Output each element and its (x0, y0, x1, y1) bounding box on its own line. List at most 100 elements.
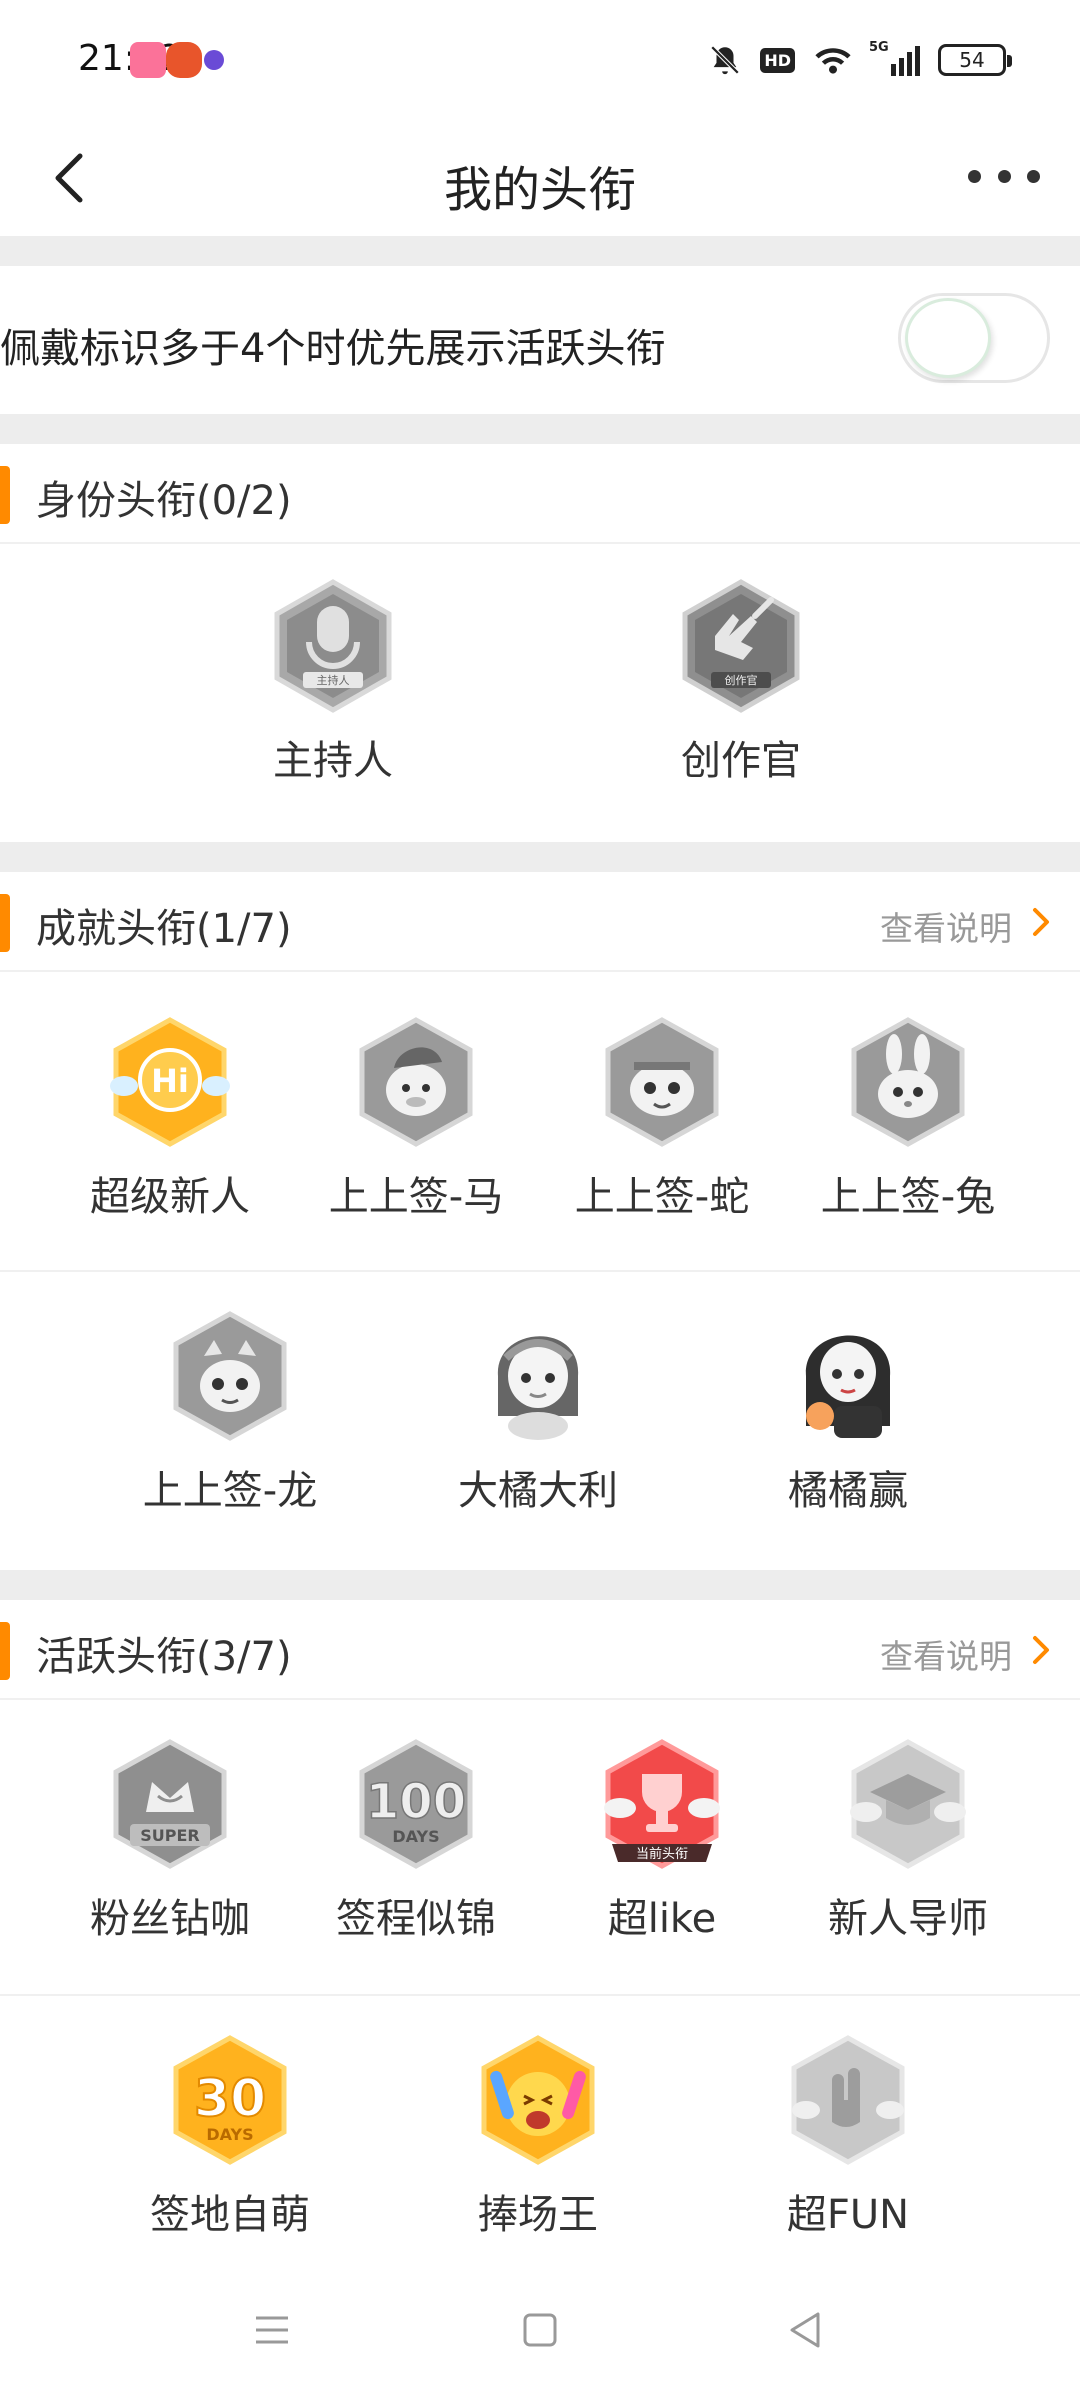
cheering-face-badge-icon (481, 2035, 595, 2165)
girl-portrait-icon (497, 1336, 579, 1440)
network-type: 5G (869, 40, 889, 55)
achievement-section-title: 成就头衔(1/7) (36, 906, 292, 952)
badge-super-newcomer[interactable]: Hi 超级新人 (50, 1012, 290, 1222)
badge-label: 上上签-马 (328, 1174, 504, 1220)
badge-fortune-snake[interactable]: 上上签-蛇 (542, 1012, 782, 1222)
badge-fan-diamond[interactable]: SUPER 粉丝钻咖 (50, 1734, 290, 1944)
section-accent-bar (0, 466, 10, 524)
pumpkin-app-icon (166, 42, 202, 78)
active-section-header: 活跃头衔(3/7) 查看说明 (0, 1600, 1080, 1700)
svg-text:DAYS: DAYS (392, 1827, 439, 1846)
purple-app-icon (204, 50, 224, 70)
badge-label: 捧场王 (478, 2192, 598, 2238)
chevron-right-icon[interactable] (1026, 902, 1056, 942)
menu-icon[interactable] (242, 2300, 302, 2360)
priority-setting-label: 佩戴标识多于4个时优先展示活跃头衔 (0, 326, 666, 372)
dragon-badge-icon (173, 1311, 287, 1441)
wifi-icon (815, 48, 851, 74)
svg-text:100: 100 (366, 1774, 466, 1830)
page-title: 我的头衔 (443, 162, 636, 218)
svg-text:30: 30 (194, 2069, 266, 2129)
100-days-badge-icon: 100 DAYS (359, 1739, 473, 1869)
microphone-badge-icon: 主持人 (274, 579, 392, 713)
svg-text:DAYS: DAYS (206, 2125, 253, 2144)
badge-fortune-horse[interactable]: 上上签-马 (296, 1012, 536, 1222)
horse-badge-icon (359, 1017, 473, 1147)
girl-orange-portrait-icon (805, 1335, 891, 1438)
priority-toggle-switch[interactable] (898, 293, 1050, 383)
nav-bar: 我的头衔 (0, 120, 1080, 236)
row-divider (0, 1270, 1080, 1272)
system-navigation-bar (0, 2270, 1080, 2400)
30-days-badge-icon: 30 DAYS (173, 2035, 287, 2165)
badge-super-like[interactable]: 当前头衔 超like (542, 1734, 782, 1944)
bilibili-app-icon (130, 42, 166, 78)
achievement-section: 成就头衔(1/7) 查看说明 Hi 超级新人 上上签-马 上上签-蛇 上上签-兔… (0, 872, 1080, 1570)
svg-text:创作官: 创作官 (725, 673, 758, 687)
section-accent-bar (0, 1622, 10, 1680)
trophy-badge-icon: 当前头衔 (604, 1739, 720, 1869)
mute-bell-icon (711, 45, 740, 75)
identity-section-header: 身份头衔(0/2) (0, 444, 1080, 544)
badge-label: 超级新人 (90, 1174, 250, 1220)
status-bar: 21:12 HD 5G 54 (0, 0, 1080, 120)
badge-label: 上上签-龙 (142, 1468, 318, 1514)
row-divider (0, 1994, 1080, 1996)
divider-band (0, 1570, 1080, 1600)
divider-band (0, 236, 1080, 266)
badge-fortune-dragon[interactable]: 上上签-龙 (110, 1306, 350, 1516)
divider-band (0, 842, 1080, 872)
badge-label: 超FUN (786, 2192, 910, 2238)
chevron-right-icon[interactable] (1026, 1630, 1056, 1670)
badge-big-orange[interactable]: 大橘大利 (418, 1306, 658, 1516)
snake-badge-icon (605, 1017, 719, 1147)
badge-orange-win[interactable]: 橘橘赢 (728, 1306, 968, 1516)
mortarboard-badge-icon (850, 1739, 966, 1869)
view-explanation-link[interactable]: 查看说明 (880, 1630, 1012, 1678)
svg-text:SUPER: SUPER (140, 1826, 200, 1845)
badge-label: 主持人 (273, 738, 393, 784)
badge-label: 签地自萌 (150, 2192, 310, 2238)
badge-label: 新人导师 (828, 1896, 988, 1942)
rabbit-badge-icon (851, 1017, 965, 1147)
view-explanation-link[interactable]: 查看说明 (880, 902, 1012, 950)
section-accent-bar (0, 894, 10, 952)
badge-creator[interactable]: 创作官 创作官 (621, 576, 861, 786)
badge-label: 粉丝钻咖 (90, 1896, 250, 1942)
badge-label: 上上签-兔 (820, 1174, 996, 1220)
identity-section-title: 身份头衔(0/2) (36, 478, 292, 524)
badge-label: 超like (607, 1896, 717, 1942)
divider-band (0, 414, 1080, 444)
achievement-section-header: 成就头衔(1/7) 查看说明 (0, 872, 1080, 972)
badge-super-fun[interactable]: 超FUN (728, 2030, 968, 2240)
cellular-icon: 5G (869, 40, 920, 76)
more-options-icon[interactable] (968, 154, 1040, 198)
active-section: 活跃头衔(3/7) 查看说明 SUPER 粉丝钻咖 100 DAYS 签程似锦 (0, 1600, 1080, 2270)
badge-newcomer-mentor[interactable]: 新人导师 (788, 1734, 1028, 1944)
identity-section: 身份头衔(0/2) 主持人 主持人 创作官 创作官 (0, 444, 1080, 842)
badge-label: 上上签-蛇 (574, 1174, 750, 1220)
toggle-knob (905, 298, 991, 378)
pen-hand-badge-icon: 创作官 (682, 579, 800, 713)
rock-hand-badge-icon (791, 2035, 905, 2165)
back-triangle-icon[interactable] (776, 2300, 836, 2360)
badge-label: 大橘大利 (458, 1468, 618, 1514)
battery-indicator: 54 (938, 44, 1012, 76)
badge-label: 橘橘赢 (788, 1468, 908, 1514)
status-icons: HD 5G 54 (708, 40, 1012, 80)
svg-text:当前头衔: 当前头衔 (636, 1846, 688, 1862)
badge-host[interactable]: 主持人 主持人 (213, 576, 453, 786)
badge-sign-100[interactable]: 100 DAYS 签程似锦 (296, 1734, 536, 1944)
svg-text:Hi: Hi (151, 1062, 189, 1100)
svg-text:主持人: 主持人 (317, 673, 350, 687)
hi-badge-icon: Hi (110, 1017, 230, 1147)
home-square-icon[interactable] (510, 2300, 570, 2360)
crown-super-badge-icon: SUPER (113, 1739, 227, 1869)
active-section-title: 活跃头衔(3/7) (36, 1634, 292, 1680)
hd-indicator: HD (760, 47, 795, 73)
badge-sign-30[interactable]: 30 DAYS 签地自萌 (110, 2030, 350, 2240)
badge-cheer-king[interactable]: 捧场王 (418, 2030, 658, 2240)
badge-label: 签程似锦 (336, 1896, 496, 1942)
badge-label: 创作官 (681, 738, 801, 784)
badge-fortune-rabbit[interactable]: 上上签-兔 (788, 1012, 1028, 1222)
